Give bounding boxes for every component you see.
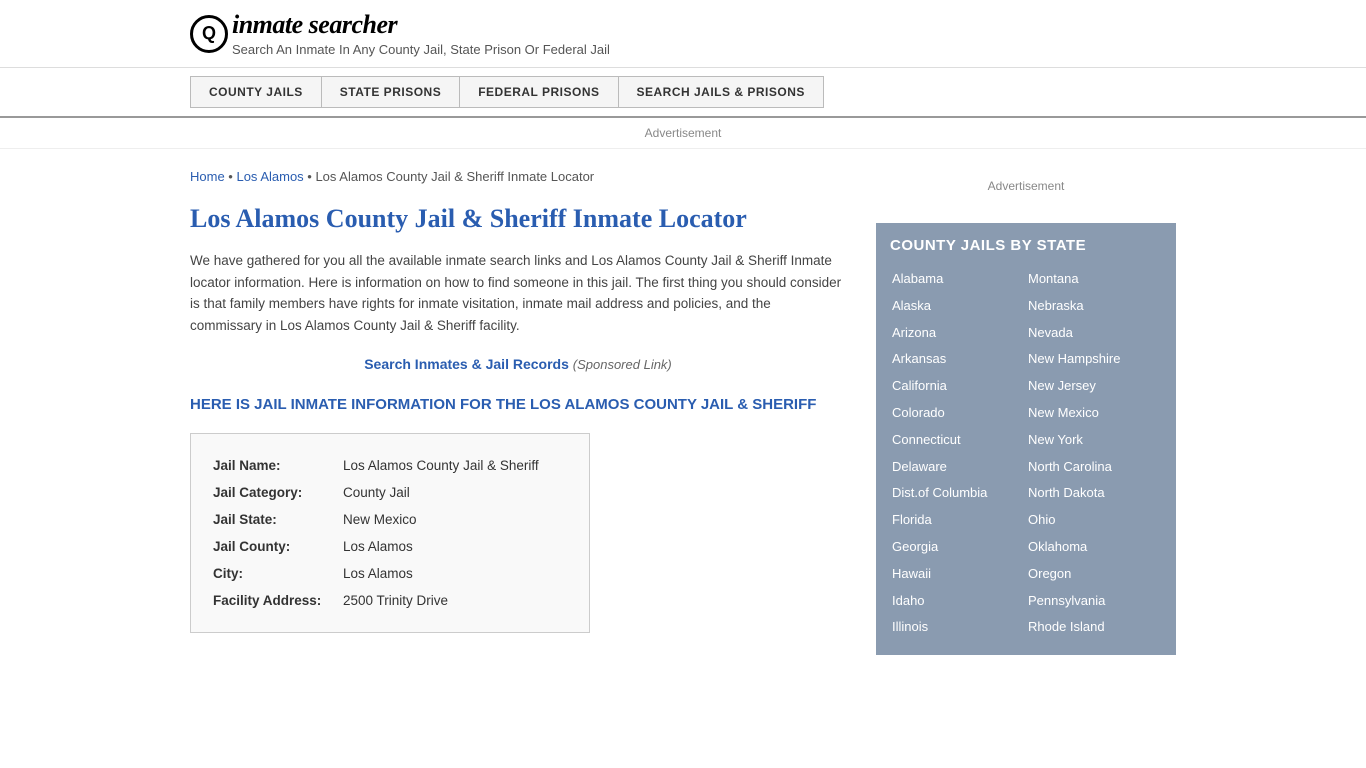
- state-link-idaho[interactable]: Idaho: [890, 588, 1026, 615]
- description: We have gathered for you all the availab…: [190, 250, 846, 336]
- breadcrumb-current: Los Alamos County Jail & Sheriff Inmate …: [315, 169, 594, 184]
- state-box: COUNTY JAILS BY STATE AlabamaAlaskaArizo…: [876, 223, 1176, 655]
- states-right-col: MontanaNebraskaNevadaNew HampshireNew Je…: [1026, 266, 1162, 641]
- logo-text: inmate searcher: [232, 10, 610, 40]
- state-link-dist-of-columbia[interactable]: Dist.of Columbia: [890, 480, 1026, 507]
- jail-state-label: Jail State:: [213, 506, 343, 533]
- state-link-ohio[interactable]: Ohio: [1026, 507, 1162, 534]
- states-left-col: AlabamaAlaskaArizonaArkansasCaliforniaCo…: [890, 266, 1026, 641]
- jail-name-label: Jail Name:: [213, 452, 343, 479]
- state-link-arizona[interactable]: Arizona: [890, 320, 1026, 347]
- state-link-florida[interactable]: Florida: [890, 507, 1026, 534]
- state-link-nebraska[interactable]: Nebraska: [1026, 293, 1162, 320]
- jail-address-label: Facility Address:: [213, 587, 343, 614]
- section-heading: HERE IS JAIL INMATE INFORMATION FOR THE …: [190, 396, 846, 413]
- nav-federal-prisons[interactable]: FEDERAL PRISONS: [460, 76, 618, 108]
- state-link-pennsylvania[interactable]: Pennsylvania: [1026, 588, 1162, 615]
- jail-address-row: Facility Address: 2500 Trinity Drive: [213, 587, 567, 614]
- state-link-california[interactable]: California: [890, 373, 1026, 400]
- state-link-georgia[interactable]: Georgia: [890, 534, 1026, 561]
- sponsored-label: (Sponsored Link): [573, 357, 672, 372]
- state-link-alabama[interactable]: Alabama: [890, 266, 1026, 293]
- state-link-hawaii[interactable]: Hawaii: [890, 561, 1026, 588]
- header: Q inmate searcher Search An Inmate In An…: [0, 0, 1366, 68]
- state-link-arkansas[interactable]: Arkansas: [890, 346, 1026, 373]
- jail-state-row: Jail State: New Mexico: [213, 506, 567, 533]
- jail-address-value: 2500 Trinity Drive: [343, 587, 448, 614]
- state-link-new-mexico[interactable]: New Mexico: [1026, 400, 1162, 427]
- state-link-oklahoma[interactable]: Oklahoma: [1026, 534, 1162, 561]
- state-columns: AlabamaAlaskaArizonaArkansasCaliforniaCo…: [890, 266, 1162, 641]
- jail-county-row: Jail County: Los Alamos: [213, 533, 567, 560]
- state-link-colorado[interactable]: Colorado: [890, 400, 1026, 427]
- logo-area: Q inmate searcher Search An Inmate In An…: [190, 10, 1176, 57]
- state-link-alaska[interactable]: Alaska: [890, 293, 1026, 320]
- jail-info-box: Jail Name: Los Alamos County Jail & Sher…: [190, 433, 590, 633]
- state-link-north-dakota[interactable]: North Dakota: [1026, 480, 1162, 507]
- state-link-connecticut[interactable]: Connecticut: [890, 427, 1026, 454]
- ad-bar-top: Advertisement: [0, 118, 1366, 149]
- main-layout: Home • Los Alamos • Los Alamos County Ja…: [0, 149, 1366, 675]
- content-area: Home • Los Alamos • Los Alamos County Ja…: [190, 149, 846, 675]
- state-link-north-carolina[interactable]: North Carolina: [1026, 454, 1162, 481]
- state-box-title: COUNTY JAILS BY STATE: [890, 237, 1162, 254]
- jail-category-row: Jail Category: County Jail: [213, 479, 567, 506]
- jail-name-row: Jail Name: Los Alamos County Jail & Sher…: [213, 452, 567, 479]
- search-link-area: Search Inmates & Jail Records (Sponsored…: [190, 356, 846, 372]
- breadcrumb-parent[interactable]: Los Alamos: [236, 169, 303, 184]
- tagline: Search An Inmate In Any County Jail, Sta…: [232, 42, 610, 57]
- breadcrumb: Home • Los Alamos • Los Alamos County Ja…: [190, 169, 846, 184]
- search-inmates-link[interactable]: Search Inmates & Jail Records: [364, 356, 569, 372]
- jail-state-value: New Mexico: [343, 506, 417, 533]
- jail-name-value: Los Alamos County Jail & Sheriff: [343, 452, 539, 479]
- jail-county-value: Los Alamos: [343, 533, 413, 560]
- nav-state-prisons[interactable]: STATE PRISONS: [322, 76, 460, 108]
- state-link-nevada[interactable]: Nevada: [1026, 320, 1162, 347]
- breadcrumb-home[interactable]: Home: [190, 169, 225, 184]
- jail-category-label: Jail Category:: [213, 479, 343, 506]
- state-link-delaware[interactable]: Delaware: [890, 454, 1026, 481]
- nav-search-jails[interactable]: SEARCH JAILS & PRISONS: [619, 76, 824, 108]
- logo-icon: Q: [190, 15, 228, 53]
- state-link-new-jersey[interactable]: New Jersey: [1026, 373, 1162, 400]
- state-link-montana[interactable]: Montana: [1026, 266, 1162, 293]
- nav-bar: COUNTY JAILS STATE PRISONS FEDERAL PRISO…: [0, 68, 1366, 118]
- state-link-oregon[interactable]: Oregon: [1026, 561, 1162, 588]
- jail-category-value: County Jail: [343, 479, 410, 506]
- jail-city-value: Los Alamos: [343, 560, 413, 587]
- state-link-illinois[interactable]: Illinois: [890, 614, 1026, 641]
- state-link-rhode-island[interactable]: Rhode Island: [1026, 614, 1162, 641]
- state-link-new-york[interactable]: New York: [1026, 427, 1162, 454]
- nav-county-jails[interactable]: COUNTY JAILS: [190, 76, 322, 108]
- jail-city-row: City: Los Alamos: [213, 560, 567, 587]
- jail-city-label: City:: [213, 560, 343, 587]
- page-title: Los Alamos County Jail & Sheriff Inmate …: [190, 204, 846, 234]
- state-link-new-hampshire[interactable]: New Hampshire: [1026, 346, 1162, 373]
- jail-county-label: Jail County:: [213, 533, 343, 560]
- sidebar: Advertisement COUNTY JAILS BY STATE Alab…: [876, 149, 1176, 675]
- sidebar-ad-label: Advertisement: [876, 169, 1176, 203]
